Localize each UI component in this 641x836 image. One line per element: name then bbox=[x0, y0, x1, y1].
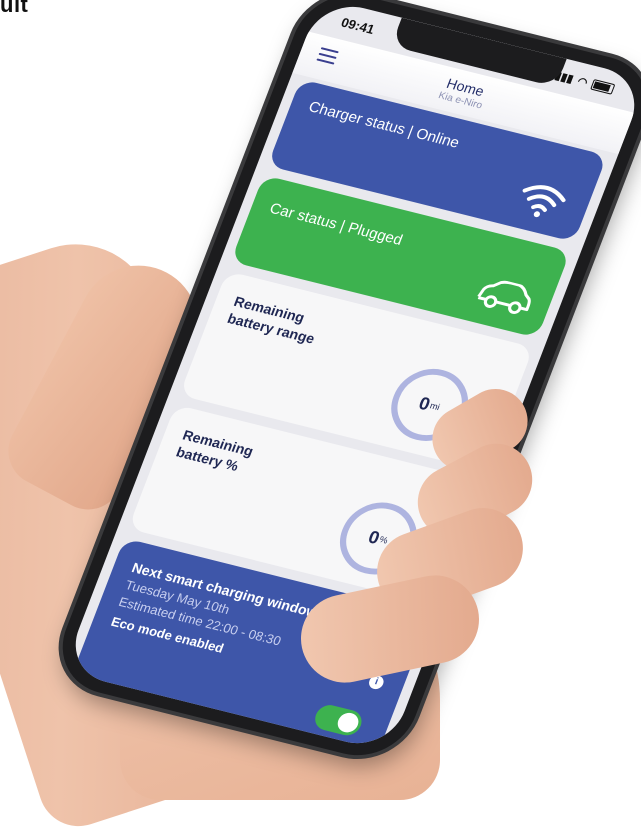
car-icon bbox=[477, 280, 531, 314]
battery-range-unit: mi bbox=[428, 400, 442, 413]
corner-text: ult bbox=[0, 0, 29, 17]
wifi-status-icon: ◠ bbox=[575, 75, 590, 89]
battery-icon bbox=[590, 78, 616, 95]
battery-range-label: Remaining battery range bbox=[225, 293, 318, 347]
battery-percent-label: Remaining battery % bbox=[174, 426, 256, 474]
eco-mode-toggle[interactable] bbox=[311, 702, 366, 739]
status-time: 09:41 bbox=[339, 14, 377, 37]
status-icons: ▮▮▮ ◠ bbox=[553, 68, 616, 95]
wifi-icon bbox=[522, 185, 566, 218]
